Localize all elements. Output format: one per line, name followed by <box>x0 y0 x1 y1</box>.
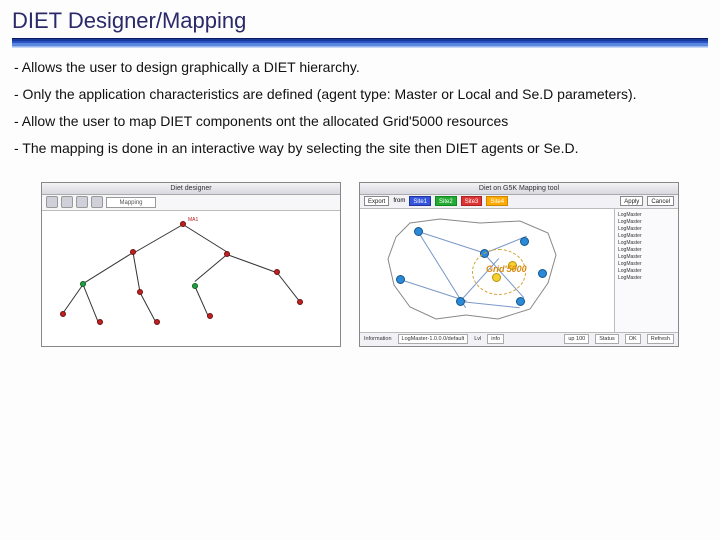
figure-mapping-tool: Diet on G5K Mapping tool Export from Sit… <box>359 182 679 347</box>
tree-edge <box>133 252 141 292</box>
tree-edge <box>140 292 157 322</box>
side-item[interactable]: LogMaster <box>618 233 675 240</box>
side-item[interactable]: LogMaster <box>618 254 675 261</box>
fig1-toolbar: Mapping <box>42 195 340 211</box>
tree-edge <box>84 252 134 284</box>
tree-node-leaf <box>97 319 103 325</box>
tree-node-leaf <box>154 319 160 325</box>
map-site-node[interactable] <box>414 227 423 236</box>
tree-node-leaf <box>297 299 303 305</box>
user-icon[interactable] <box>76 196 88 208</box>
bullet-4: - The mapping is done in an interactive … <box>14 139 706 158</box>
map-site-node[interactable] <box>396 275 405 284</box>
bullet-2: - Only the application characteristics a… <box>14 85 706 104</box>
side-item[interactable]: LogMaster <box>618 240 675 247</box>
status-label: Information <box>364 336 392 342</box>
map-site-node[interactable] <box>456 297 465 306</box>
side-item[interactable]: LogMaster <box>618 226 675 233</box>
tree-node-leaf <box>207 313 213 319</box>
side-item[interactable]: LogMaster <box>618 268 675 275</box>
map-site-node[interactable] <box>538 269 547 278</box>
tree-node-leaf <box>60 311 66 317</box>
tree-node <box>80 281 86 287</box>
status-r1: up 100 <box>564 334 589 344</box>
fig2-statusbar: Information LogMaster-1.0.0.0/default Lv… <box>360 332 678 346</box>
body-text: - Allows the user to design graphically … <box>0 48 720 176</box>
site-button-2[interactable]: Site2 <box>435 196 457 206</box>
side-item[interactable]: LogMaster <box>618 212 675 219</box>
tree-node <box>192 283 198 289</box>
export-button[interactable]: Export <box>364 196 389 206</box>
fig1-canvas: MA1 <box>42 211 340 346</box>
status-r2: Status <box>595 334 619 344</box>
title-underline <box>12 38 708 48</box>
from-label: from <box>393 198 405 204</box>
tree-edge <box>277 272 301 303</box>
side-item[interactable]: LogMaster <box>618 275 675 282</box>
cancel-button[interactable]: Cancel <box>647 196 674 206</box>
france-map: Grid'5000 <box>360 209 614 332</box>
fig1-dropdown[interactable]: Mapping <box>106 197 156 208</box>
tree-node <box>224 251 230 257</box>
slide-title: DIET Designer/Mapping <box>12 8 708 34</box>
fig2-side-list: LogMaster LogMaster LogMaster LogMaster … <box>614 209 678 332</box>
tree-edge <box>183 224 229 253</box>
map-site-node[interactable] <box>520 237 529 246</box>
tree-node <box>274 269 280 275</box>
fig2-window-title: Diet on G5K Mapping tool <box>360 183 678 195</box>
tree-edge <box>62 284 83 314</box>
side-item[interactable]: LogMaster <box>618 219 675 226</box>
tree-edge <box>195 254 228 282</box>
map-site-node[interactable] <box>516 297 525 306</box>
side-item[interactable]: LogMaster <box>618 247 675 254</box>
tree-node <box>130 249 136 255</box>
figure-diet-designer: Diet designer Mapping MA1 <box>41 182 341 347</box>
tree-edge <box>195 286 209 316</box>
site-button-1[interactable]: Site1 <box>409 196 431 206</box>
fig1-window-title: Diet designer <box>42 183 340 195</box>
tree-node <box>137 289 143 295</box>
bullet-1: - Allows the user to design graphically … <box>14 58 706 77</box>
site-button-3[interactable]: Site3 <box>461 196 483 206</box>
fig2-toolbar: Export from Site1 Site2 Site3 Site4 Appl… <box>360 195 678 209</box>
tree-edge <box>134 224 183 253</box>
status-value: LogMaster-1.0.0.0/default <box>398 334 469 344</box>
group-icon[interactable] <box>91 196 103 208</box>
bullet-3: - Allow the user to map DIET components … <box>14 112 706 131</box>
status-mid-value: info <box>487 334 504 344</box>
site-button-4[interactable]: Site4 <box>486 196 508 206</box>
grid5000-label: Grid'5000 <box>486 264 527 274</box>
tree-node-root <box>180 221 186 227</box>
tree-edge <box>83 284 99 321</box>
new-icon[interactable] <box>46 196 58 208</box>
apply-button[interactable]: Apply <box>620 196 643 206</box>
side-item[interactable]: LogMaster <box>618 261 675 268</box>
status-r3: OK <box>625 334 641 344</box>
status-refresh[interactable]: Refresh <box>647 334 674 344</box>
tree-root-label: MA1 <box>188 217 198 223</box>
open-icon[interactable] <box>61 196 73 208</box>
tree-edge <box>227 254 278 273</box>
status-mid-label: Lvl <box>474 336 481 342</box>
